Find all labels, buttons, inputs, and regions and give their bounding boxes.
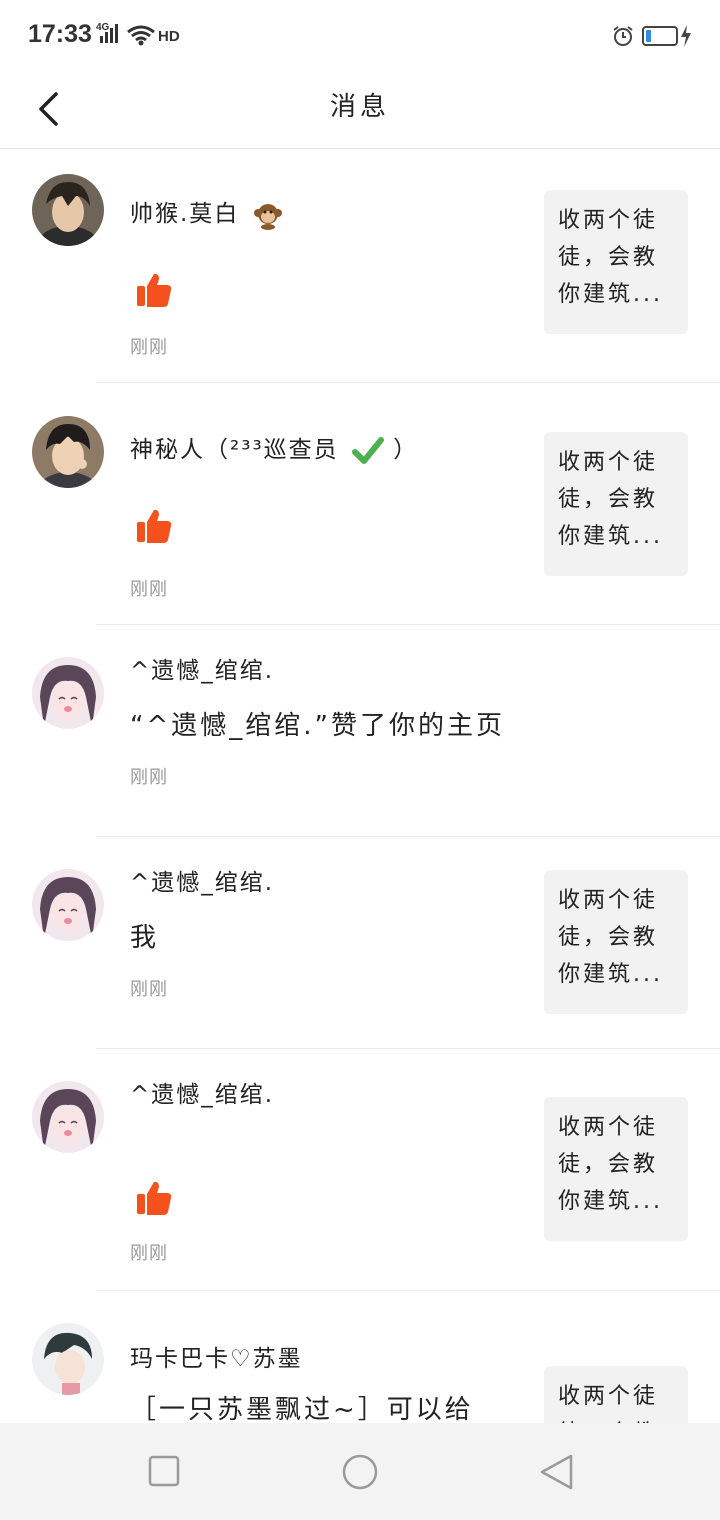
quoted-post[interactable]: 收两个徒徒，会教你建筑... <box>544 870 688 1014</box>
sender-name[interactable]: ^遗憾_绾绾. <box>130 1075 274 1109</box>
sender-name[interactable]: 神秘人（²³³巡查员 ） <box>130 430 418 466</box>
check-icon <box>351 436 384 464</box>
system-nav-bar <box>0 1423 720 1520</box>
message-row[interactable]: ^遗憾_绾绾. 我 刚刚 收两个徒徒，会教你建筑... <box>0 837 720 1049</box>
home-button[interactable] <box>341 1453 379 1491</box>
message-time: 刚刚 <box>130 979 168 1000</box>
quoted-post[interactable]: 收两个徒徒，会教你建筑... <box>544 1097 688 1241</box>
message-time: 刚刚 <box>130 767 168 788</box>
message-list[interactable]: 帅猴.莫白 刚刚 收两个徒徒，会教你建筑... 神秘人（²³³巡查员 ） 刚刚 … <box>0 149 720 1423</box>
avatar[interactable] <box>32 657 104 729</box>
quoted-post[interactable]: 收两个徒徒，会教你建筑... <box>544 432 688 576</box>
monkey-icon <box>253 203 282 230</box>
status-time: 17:33 <box>28 20 92 48</box>
avatar[interactable] <box>32 1323 104 1395</box>
quoted-post[interactable]: 收两个徒徒，会教你建筑... <box>544 1366 688 1423</box>
battery-icon <box>642 26 678 46</box>
message-content: 我 <box>130 923 160 953</box>
thumbs-up-icon <box>137 509 172 543</box>
avatar[interactable] <box>32 869 104 941</box>
sender-name[interactable]: 玛卡巴卡♡苏墨 <box>130 1339 303 1373</box>
message-time: 刚刚 <box>130 337 168 358</box>
quoted-post[interactable]: 收两个徒徒，会教你建筑... <box>544 190 688 334</box>
back-nav-button[interactable] <box>538 1453 574 1491</box>
status-bar: 17:33 4G HD <box>0 0 720 72</box>
message-content: ［一只苏墨飘过~］可以给 <box>130 1395 474 1423</box>
page-title: 消息 <box>329 92 390 122</box>
recent-apps-button[interactable] <box>148 1455 180 1487</box>
message-time: 刚刚 <box>130 1243 168 1264</box>
avatar[interactable] <box>32 174 104 246</box>
sender-name[interactable]: ^遗憾_绾绾. <box>130 651 274 685</box>
thumbs-up-icon <box>137 1181 172 1215</box>
avatar[interactable] <box>32 1081 104 1153</box>
message-content: “^遗憾_绾绾.”赞了你的主页 <box>130 711 505 741</box>
avatar[interactable] <box>32 416 104 488</box>
hd-indicator: HD <box>158 28 180 45</box>
app-header: 消息 <box>0 72 720 149</box>
alarm-icon <box>613 26 633 46</box>
sender-name[interactable]: 帅猴.莫白 <box>130 194 283 230</box>
wifi-icon <box>127 25 155 46</box>
message-row[interactable]: 玛卡巴卡♡苏墨 ［一只苏墨飘过~］可以给 收两个徒徒，会教你建筑... <box>0 1291 720 1423</box>
sender-name[interactable]: ^遗憾_绾绾. <box>130 863 274 897</box>
message-row[interactable]: 帅猴.莫白 刚刚 收两个徒徒，会教你建筑... <box>0 149 720 383</box>
message-row[interactable]: 神秘人（²³³巡查员 ） 刚刚 收两个徒徒，会教你建筑... <box>0 383 720 625</box>
message-row[interactable]: ^遗憾_绾绾. “^遗憾_绾绾.”赞了你的主页 刚刚 <box>0 625 720 837</box>
thumbs-up-icon <box>137 273 172 307</box>
message-row[interactable]: ^遗憾_绾绾. 刚刚 收两个徒徒，会教你建筑... <box>0 1049 720 1291</box>
charging-icon <box>681 25 691 47</box>
message-time: 刚刚 <box>130 579 168 600</box>
